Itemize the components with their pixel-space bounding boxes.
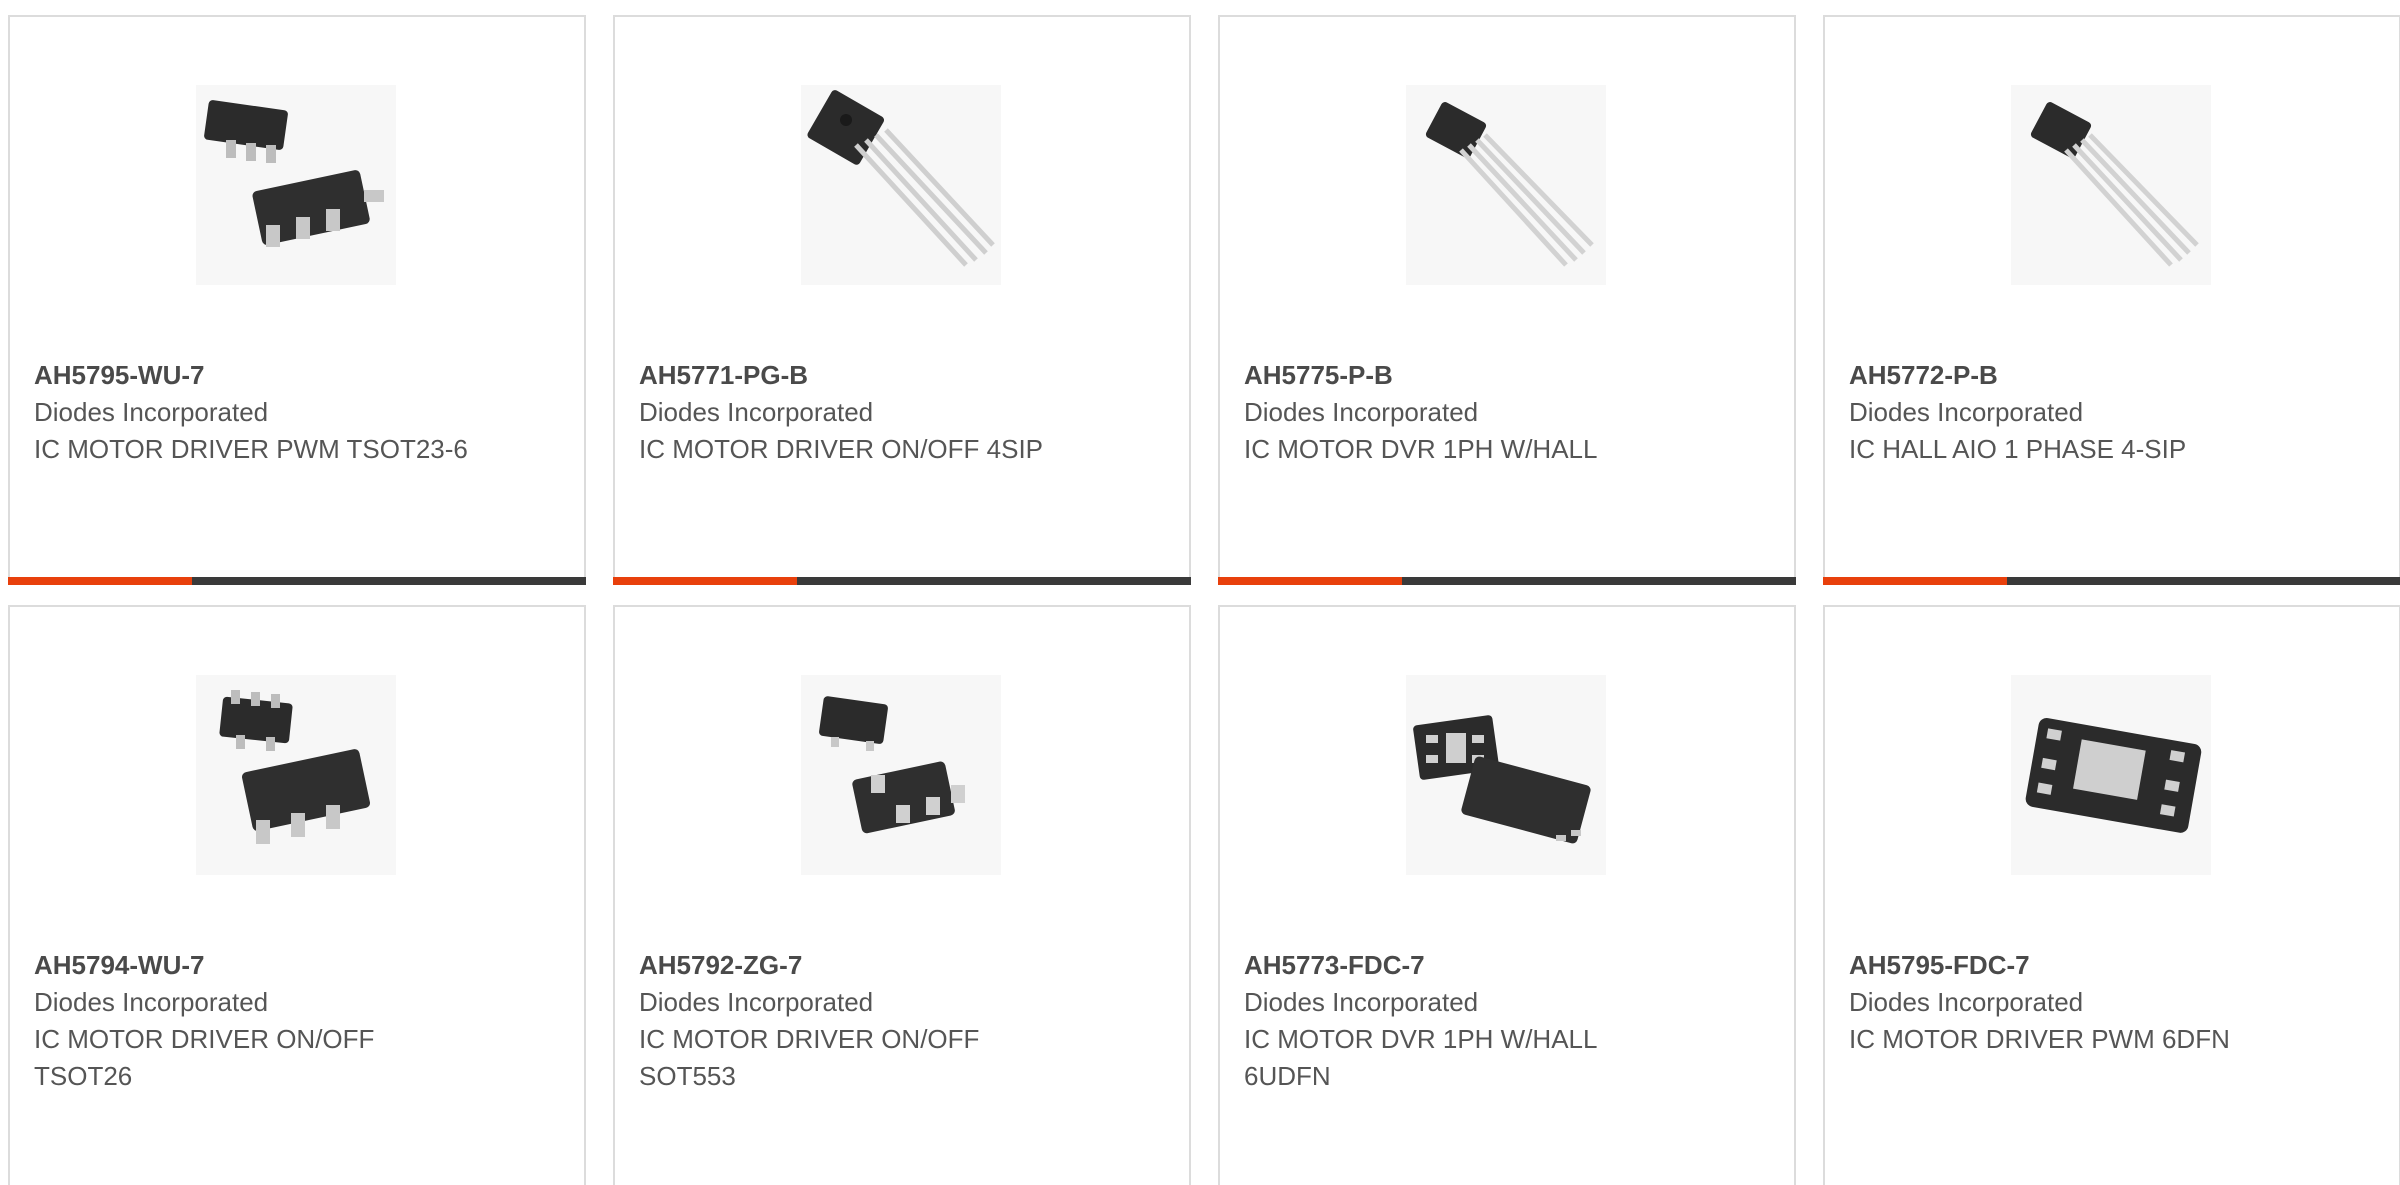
product-info: AH5795-FDC-7 Diodes Incorporated IC MOTO… (1849, 947, 2369, 1058)
card-progress-bar (613, 577, 1191, 585)
product-description: IC HALL AIO 1 PHASE 4-SIP (1849, 434, 2187, 464)
product-card[interactable]: AH5795-WU-7 Diodes Incorporated IC MOTOR… (8, 15, 586, 585)
part-number-link[interactable]: AH5773-FDC-7 (1244, 947, 1764, 984)
product-card[interactable]: AH5775-P-B Diodes Incorporated IC MOTOR … (1218, 15, 1796, 585)
product-card[interactable]: AH5773-FDC-7 Diodes Incorporated IC MOTO… (1218, 605, 1796, 1185)
part-number-link[interactable]: AH5775-P-B (1244, 357, 1764, 394)
product-info: AH5792-ZG-7 Diodes Incorporated IC MOTOR… (639, 947, 1159, 1095)
product-info: AH5772-P-B Diodes Incorporated IC HALL A… (1849, 357, 2369, 468)
manufacturer-name: Diodes Incorporated (1244, 987, 1479, 1017)
product-card[interactable]: AH5771-PG-B Diodes Incorporated IC MOTOR… (613, 15, 1191, 585)
product-info: AH5795-WU-7 Diodes Incorporated IC MOTOR… (34, 357, 554, 468)
tsot-6-chip-icon[interactable] (196, 85, 396, 285)
part-number-link[interactable]: AH5772-P-B (1849, 357, 2369, 394)
manufacturer-name: Diodes Incorporated (1244, 397, 1479, 427)
product-description: IC MOTOR DRIVER ON/OFF TSOT26 (34, 1024, 375, 1091)
product-card[interactable]: AH5795-FDC-7 Diodes Incorporated IC MOTO… (1823, 605, 2400, 1185)
product-card[interactable]: AH5772-P-B Diodes Incorporated IC HALL A… (1823, 15, 2400, 585)
product-info: AH5771-PG-B Diodes Incorporated IC MOTOR… (639, 357, 1159, 468)
card-progress-bar (8, 577, 586, 585)
product-description: IC MOTOR DVR 1PH W/HALL (1244, 434, 1598, 464)
product-description: IC MOTOR DRIVER PWM 6DFN (1849, 1024, 2230, 1054)
product-card[interactable]: AH5792-ZG-7 Diodes Incorporated IC MOTOR… (613, 605, 1191, 1185)
manufacturer-name: Diodes Incorporated (639, 987, 874, 1017)
product-description: IC MOTOR DRIVER ON/OFF SOT553 (639, 1024, 980, 1091)
product-description: IC MOTOR DRIVER ON/OFF 4SIP (639, 434, 1044, 464)
card-accent-bar (8, 577, 192, 585)
part-number-link[interactable]: AH5795-WU-7 (34, 357, 554, 394)
product-info: AH5794-WU-7 Diodes Incorporated IC MOTOR… (34, 947, 554, 1095)
card-accent-bar (613, 577, 797, 585)
manufacturer-name: Diodes Incorporated (1849, 397, 2084, 427)
dfn-6-chip-icon[interactable] (2011, 675, 2211, 875)
product-description: IC MOTOR DVR 1PH W/HALL 6UDFN (1244, 1024, 1597, 1091)
product-info: AH5773-FDC-7 Diodes Incorporated IC MOTO… (1244, 947, 1764, 1095)
part-number-link[interactable]: AH5792-ZG-7 (639, 947, 1159, 984)
product-description: IC MOTOR DRIVER PWM TSOT23-6 (34, 434, 468, 464)
product-grid: AH5795-WU-7 Diodes Incorporated IC MOTOR… (8, 15, 2400, 1185)
manufacturer-name: Diodes Incorporated (1849, 987, 2084, 1017)
sip-4-chip-icon[interactable] (801, 85, 1001, 285)
part-number-link[interactable]: AH5794-WU-7 (34, 947, 554, 984)
part-number-link[interactable]: AH5771-PG-B (639, 357, 1159, 394)
part-number-link[interactable]: AH5795-FDC-7 (1849, 947, 2369, 984)
card-accent-bar (1823, 577, 2007, 585)
product-info: AH5775-P-B Diodes Incorporated IC MOTOR … (1244, 357, 1764, 468)
manufacturer-name: Diodes Incorporated (639, 397, 874, 427)
product-card[interactable]: AH5794-WU-7 Diodes Incorporated IC MOTOR… (8, 605, 586, 1185)
sip-4-chip-icon[interactable] (2011, 85, 2211, 285)
manufacturer-name: Diodes Incorporated (34, 397, 269, 427)
card-progress-bar (1218, 577, 1796, 585)
card-accent-bar (1218, 577, 1402, 585)
manufacturer-name: Diodes Incorporated (34, 987, 269, 1017)
tsot-6-chip-icon[interactable] (196, 675, 396, 875)
card-progress-bar (1823, 577, 2400, 585)
udfn-6-chip-icon[interactable] (1406, 675, 1606, 875)
sip-4-chip-icon[interactable] (1406, 85, 1606, 285)
sot-553-chip-icon[interactable] (801, 675, 1001, 875)
